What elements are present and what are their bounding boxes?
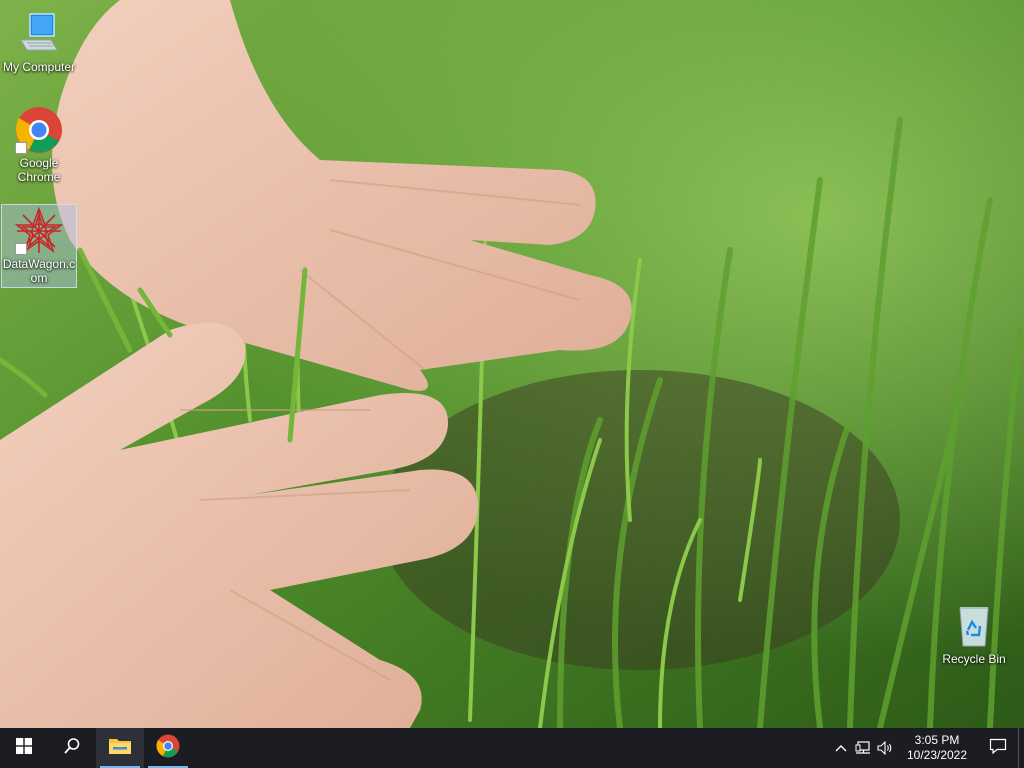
- computer-icon: [15, 10, 63, 58]
- taskbar: 3:05 PM 10/23/2022: [0, 728, 1024, 768]
- taskbar-clock[interactable]: 3:05 PM 10/23/2022: [902, 733, 972, 763]
- file-explorer-icon: [108, 736, 132, 761]
- search-icon: [63, 737, 81, 760]
- desktop-icon-label: DataWagon.com: [2, 257, 76, 285]
- taskbar-file-explorer[interactable]: [96, 728, 144, 768]
- windows-start-icon: [16, 737, 32, 759]
- chrome-icon: [156, 734, 180, 763]
- system-tray: 3:05 PM 10/23/2022: [830, 728, 1024, 768]
- desktop-icon-label: Recycle Bin: [942, 652, 1006, 666]
- show-desktop-button[interactable]: [1018, 728, 1024, 768]
- network-icon[interactable]: [852, 728, 874, 768]
- desktop-wallpaper: [0, 0, 1024, 728]
- chrome-icon: [15, 106, 63, 154]
- notification-icon: [989, 738, 1007, 759]
- desktop-icon-label: My Computer: [2, 60, 76, 74]
- taskbar-google-chrome[interactable]: [144, 728, 192, 768]
- desktop-icon-recycle-bin[interactable]: Recycle Bin: [936, 600, 1012, 666]
- search-button[interactable]: [48, 728, 96, 768]
- desktop-icon-label: Google Chrome: [17, 156, 61, 184]
- recycle-bin-icon: [950, 602, 998, 650]
- shortcut-arrow-icon: [15, 142, 27, 154]
- start-button[interactable]: [0, 728, 48, 768]
- chevron-up-icon[interactable]: [830, 728, 852, 768]
- desktop-icon-my-computer[interactable]: My Computer: [1, 8, 77, 74]
- desktop-icon-google-chrome[interactable]: Google Chrome: [1, 104, 77, 184]
- action-center-button[interactable]: [978, 728, 1018, 768]
- desktop-icon-datawagon[interactable]: DataWagon.com: [1, 204, 77, 288]
- volume-icon[interactable]: [874, 728, 896, 768]
- datawagon-icon: [14, 206, 64, 255]
- clock-date: 10/23/2022: [906, 748, 968, 762]
- clock-time: 3:05 PM: [914, 733, 960, 747]
- shortcut-arrow-icon: [15, 243, 27, 255]
